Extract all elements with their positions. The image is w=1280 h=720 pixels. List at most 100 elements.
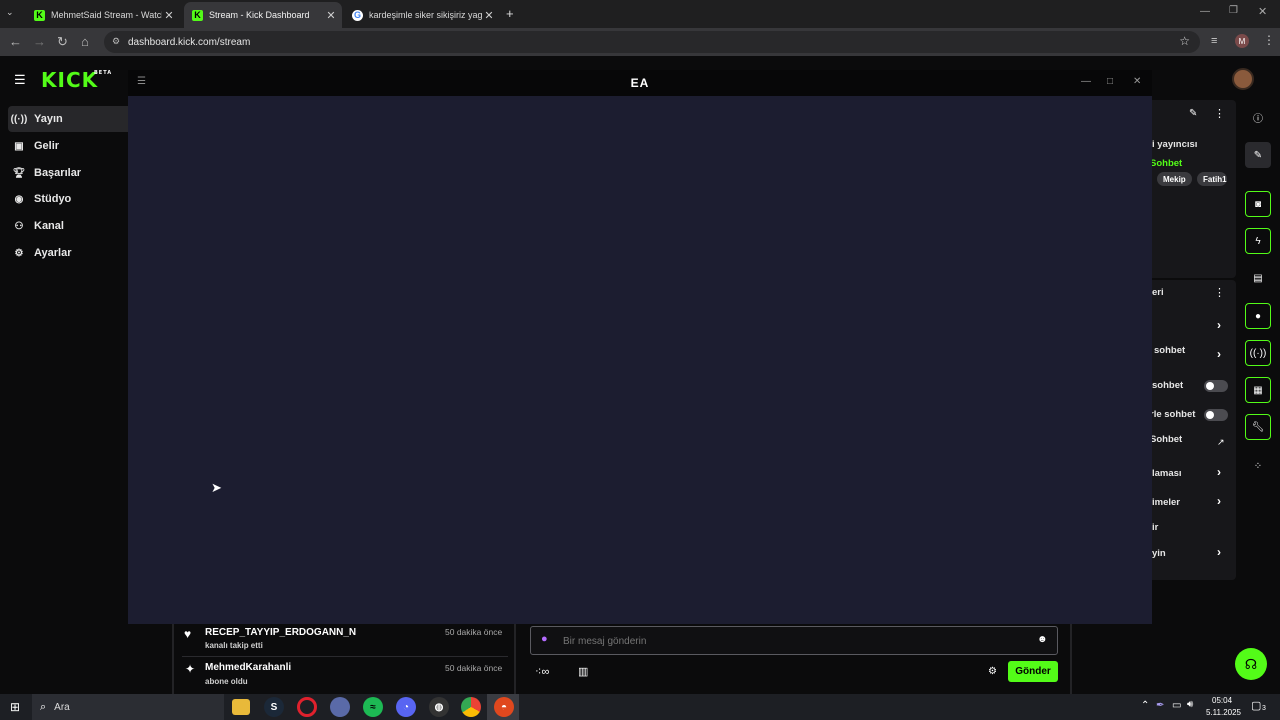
sidebar-item-yayin[interactable]: ((·)) Yayın xyxy=(8,106,128,132)
pen-icon[interactable]: ✒ xyxy=(1156,700,1164,711)
network-icon[interactable]: ▭ xyxy=(1172,700,1181,711)
browser-tab-bar: ⌄ K MehmetSaid Stream - Watch Li ✕ K Str… xyxy=(0,0,1280,28)
spotify-icon[interactable]: ≈ xyxy=(363,697,383,717)
file-explorer-icon[interactable] xyxy=(232,699,250,715)
chat-link[interactable]: Sohbet xyxy=(1150,158,1182,169)
broadcast-icon[interactable]: ((·)) xyxy=(1245,340,1271,366)
lightning-icon[interactable]: ϟ xyxy=(1245,228,1271,254)
panel-menu-icon[interactable]: ⋮ xyxy=(1214,286,1225,299)
notification-icon[interactable]: ▢ xyxy=(1251,699,1261,712)
forward-icon[interactable]: → xyxy=(33,34,46,49)
panel-menu-icon[interactable]: ⋮ xyxy=(1214,107,1225,120)
edit-icon[interactable]: ✎ xyxy=(1245,142,1271,168)
url-field[interactable]: ⚙ dashboard.kick.com/stream ☆ xyxy=(104,31,1200,53)
ea-app-icon[interactable]: ◓ xyxy=(494,697,514,717)
minimize-window-icon[interactable]: — xyxy=(1200,6,1210,17)
emoji-icon[interactable]: ☻ xyxy=(1037,634,1048,645)
browser-menu-icon[interactable]: ⋮ xyxy=(1263,33,1275,47)
microphone-icon[interactable]: ● xyxy=(541,633,548,645)
profile-avatar[interactable]: M xyxy=(1235,34,1249,48)
tab-google-search[interactable]: G kardeşimle siker sikişiriz yagız ş ✕ xyxy=(344,2,500,28)
ea-minimize-icon[interactable]: — xyxy=(1081,76,1091,87)
kick-logo[interactable]: KICK BETA xyxy=(41,68,111,92)
group-icon[interactable]: ⁘ xyxy=(1245,453,1271,479)
chevron-right-icon[interactable]: › xyxy=(1217,465,1221,479)
activity-username[interactable]: RECEP_TAYYIP_ERDOGANN_N xyxy=(205,627,356,638)
google-favicon-icon: G xyxy=(352,9,363,21)
sidebar-item-basarilar[interactable]: 🏆︎ Başarılar xyxy=(8,160,128,186)
camera-icon[interactable]: ◙ xyxy=(1245,191,1271,217)
ea-app-window[interactable]: ☰ EA — □ ✕ ➤ xyxy=(128,70,1152,624)
windows-taskbar: ⊞ ⌕ Ara S ≈ ◔ ◍ ◓ ⌃ ✒ ▭ 🔊︎ 05:04 5.11.20… xyxy=(0,694,1280,720)
sidebar-item-ayarlar[interactable]: ⚙ Ayarlar xyxy=(8,240,128,266)
chrome-icon[interactable] xyxy=(461,697,481,717)
chevron-right-icon[interactable]: › xyxy=(1217,545,1221,559)
new-tab-icon[interactable]: + xyxy=(506,6,514,21)
discord-icon[interactable]: ◔ xyxy=(396,697,416,717)
chevron-right-icon[interactable]: › xyxy=(1217,494,1221,508)
wrench-icon[interactable]: 🔧︎ xyxy=(1245,414,1271,440)
tab-kick-dashboard[interactable]: K Stream - Kick Dashboard ✕ xyxy=(184,2,342,28)
rewards-icon[interactable]: ⁖∞ xyxy=(535,665,549,678)
user-avatar[interactable] xyxy=(1232,68,1254,90)
support-headset-icon[interactable]: ☊ xyxy=(1235,648,1267,680)
ea-close-icon[interactable]: ✕ xyxy=(1133,76,1141,87)
clock-time[interactable]: 05:04 xyxy=(1212,696,1232,705)
restore-window-icon[interactable]: ❐ xyxy=(1229,5,1238,16)
chevron-right-icon[interactable]: › xyxy=(1217,347,1221,361)
sidebar-item-studyo[interactable]: ◉ Stüdyo xyxy=(8,186,128,212)
close-window-icon[interactable]: ✕ xyxy=(1258,5,1267,18)
ea-menu-icon[interactable]: ☰ xyxy=(137,76,146,87)
clock-date[interactable]: 5.11.2025 xyxy=(1206,708,1241,717)
url-text: dashboard.kick.com/stream xyxy=(128,36,251,48)
bookmark-star-icon[interactable]: ☆ xyxy=(1179,34,1190,48)
activity-username[interactable]: MehmedKarahanli xyxy=(205,662,291,673)
app-icon[interactable] xyxy=(330,697,350,717)
wallet-icon: ▣ xyxy=(14,140,24,152)
store-icon[interactable]: ▥ xyxy=(578,665,588,678)
notes-icon[interactable]: ▤ xyxy=(1245,265,1271,291)
home-icon[interactable]: ⌂ xyxy=(81,34,89,49)
windows-start-icon[interactable]: ⊞ xyxy=(10,700,20,714)
tab-list-button[interactable]: ⌄ xyxy=(6,7,14,18)
info-icon[interactable]: ⓘ xyxy=(1245,104,1271,130)
taskbar-search-box[interactable]: ⌕ Ara xyxy=(32,694,224,720)
external-link-icon[interactable]: ↗ xyxy=(1217,437,1225,448)
close-tab-icon[interactable]: ✕ xyxy=(162,9,176,22)
camera-icon: ◉ xyxy=(14,193,24,205)
people-icon: ⚇ xyxy=(14,220,24,232)
chat-message-field[interactable]: ● ☻ xyxy=(530,626,1058,655)
ea-content-area[interactable] xyxy=(128,96,1152,624)
chat-bubble-icon[interactable]: ● xyxy=(1245,303,1271,329)
ea-maximize-icon[interactable]: □ xyxy=(1107,76,1113,87)
chat-settings-gear-icon[interactable]: ⚙ xyxy=(988,666,997,677)
toggle-switch[interactable] xyxy=(1204,380,1228,392)
back-icon[interactable]: ← xyxy=(9,34,22,49)
volume-icon[interactable]: 🔊︎ xyxy=(1187,699,1193,710)
site-info-icon[interactable]: ⚙ xyxy=(112,36,120,47)
opera-icon[interactable] xyxy=(297,697,317,717)
send-button[interactable]: Gönder xyxy=(1008,661,1058,682)
system-tray-chevron-icon[interactable]: ⌃ xyxy=(1141,700,1149,711)
ea-title-bar[interactable]: ☰ EA — □ ✕ xyxy=(128,70,1152,96)
settings-row-label: sohbet xyxy=(1154,345,1186,356)
reload-icon[interactable]: ↻ xyxy=(57,34,68,50)
tab-kick-watch[interactable]: K MehmetSaid Stream - Watch Li ✕ xyxy=(26,2,180,28)
chat-input[interactable] xyxy=(563,633,1023,649)
tag-pill[interactable]: Fatih1 xyxy=(1197,172,1227,186)
close-tab-icon[interactable]: ✕ xyxy=(482,9,496,22)
chevron-right-icon[interactable]: › xyxy=(1217,318,1221,332)
app-icon[interactable]: ◍ xyxy=(429,697,449,717)
sidebar-item-kanal[interactable]: ⚇ Kanal xyxy=(8,213,128,239)
steam-icon[interactable]: S xyxy=(264,697,284,717)
hamburger-menu-icon[interactable]: ☰ xyxy=(14,72,26,88)
settings-row-label: ir xyxy=(1152,522,1159,533)
close-tab-icon[interactable]: ✕ xyxy=(324,9,338,22)
sidebar-item-gelir[interactable]: ▣ Gelir xyxy=(8,133,128,159)
layout-icon[interactable]: ▦ xyxy=(1245,377,1271,403)
toggle-switch[interactable] xyxy=(1204,409,1228,421)
tag-pill[interactable]: Mekip xyxy=(1157,172,1192,186)
edit-pencil-icon[interactable]: ✎ xyxy=(1189,108,1197,119)
ea-window-title: EA xyxy=(630,76,650,90)
reading-list-icon[interactable]: ≡ xyxy=(1211,35,1217,47)
